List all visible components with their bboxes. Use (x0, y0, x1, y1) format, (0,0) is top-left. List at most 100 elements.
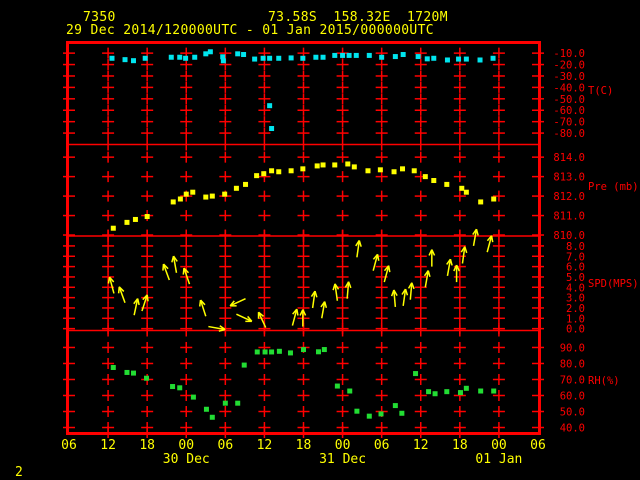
data-point (478, 388, 484, 394)
data-point (177, 385, 183, 391)
data-point (392, 403, 398, 409)
data-point (222, 400, 228, 406)
data-point (233, 185, 239, 191)
data-point (220, 58, 226, 64)
data-point (203, 51, 209, 57)
grid: -10.0-20.0-30.0-40.0-50.0-60.0-70.0-80.0… (63, 47, 639, 438)
data-point (422, 174, 428, 180)
data-point (491, 388, 497, 394)
data-point (254, 173, 260, 179)
y-tick-label: -60.0 (553, 105, 585, 117)
data-point (269, 126, 275, 132)
x-axis-labels: 06 12 18 00 06 12 18 00 06 12 18 00 06 30 Dec 31 Dec 01… (61, 438, 546, 467)
data-point (300, 166, 306, 172)
data-point (463, 56, 469, 62)
data-point (320, 54, 326, 60)
data-point (287, 350, 293, 356)
wind-speed-series (107, 228, 494, 332)
x-tick-label: 06 (530, 438, 546, 453)
data-point (269, 168, 275, 174)
data-point (366, 413, 372, 419)
x-date-label: 01 Jan (475, 452, 522, 467)
data-point (209, 414, 215, 420)
y-tick-label: 0.0 (566, 324, 585, 336)
data-point (109, 55, 115, 61)
data-point (209, 193, 215, 199)
x-date-label: 30 Dec (163, 452, 210, 467)
data-point (142, 55, 148, 61)
data-point (276, 348, 282, 354)
data-point (252, 56, 258, 62)
data-point (241, 362, 247, 368)
data-point (321, 347, 327, 353)
data-point (177, 196, 183, 202)
data-point (203, 194, 209, 200)
data-point (444, 57, 450, 63)
y-tick-label: 814.0 (553, 152, 585, 164)
data-point (170, 199, 176, 205)
data-point (190, 189, 196, 195)
data-point (241, 52, 247, 58)
data-point (353, 52, 359, 58)
data-point (288, 168, 294, 174)
chart-canvas: -10.0-20.0-30.0-40.0-50.0-60.0-70.0-80.0… (61, 41, 639, 467)
y-tick-label: -80.0 (553, 128, 585, 140)
x-tick-label: 12 (413, 438, 429, 453)
data-point (400, 52, 406, 58)
data-point (320, 162, 326, 168)
axis-unit-label: Pre (mb) (588, 181, 639, 193)
aws-meteogram-screen: 7350 73.58S 158.32E 1720M 29 Dec 2014/12… (0, 0, 640, 480)
y-tick-label: -10.0 (553, 48, 585, 60)
data-point (235, 51, 241, 57)
x-tick-label: 00 (491, 438, 507, 453)
data-point (424, 56, 430, 62)
data-point (426, 389, 432, 395)
axis-unit-label: RH(%) (588, 375, 620, 387)
data-point (431, 178, 437, 184)
data-point (276, 169, 282, 175)
y-tick-label: 70.0 (560, 374, 585, 386)
data-point (365, 168, 371, 174)
data-point (444, 181, 450, 187)
data-point (340, 52, 346, 58)
data-point (269, 349, 275, 355)
y-tick-label: -40.0 (553, 82, 585, 94)
data-point (124, 219, 130, 225)
data-point (392, 54, 398, 60)
data-point (144, 214, 150, 220)
data-point (203, 406, 209, 412)
data-point (267, 55, 273, 61)
data-point (332, 162, 338, 168)
data-point (490, 55, 496, 61)
data-point (478, 199, 484, 205)
x-tick-label: 18 (139, 438, 155, 453)
data-point (334, 383, 340, 389)
x-tick-label: 06 (61, 438, 77, 453)
data-point (110, 225, 116, 231)
y-tick-label: 812.0 (553, 191, 585, 203)
data-point (332, 52, 338, 58)
data-point (130, 58, 136, 64)
data-point (276, 55, 282, 61)
data-point (122, 57, 128, 63)
data-point (413, 371, 419, 377)
x-tick-label: 18 (296, 438, 312, 453)
data-point (315, 349, 321, 355)
axis-unit-label: SPD(MPS) (588, 278, 639, 290)
axis-unit-label: T(C) (588, 85, 613, 97)
data-point (366, 52, 372, 58)
data-point (190, 394, 196, 400)
x-tick-label: 12 (257, 438, 273, 453)
data-point (377, 167, 383, 173)
data-point (130, 370, 136, 376)
y-tick-label: 60.0 (560, 390, 585, 402)
data-point (351, 164, 357, 170)
x-tick-label: 00 (335, 438, 351, 453)
data-point (415, 54, 421, 60)
data-point (345, 161, 351, 167)
data-point (222, 191, 228, 197)
data-point (254, 349, 260, 355)
data-point (411, 168, 417, 174)
data-point (170, 384, 176, 390)
data-point (400, 166, 406, 172)
